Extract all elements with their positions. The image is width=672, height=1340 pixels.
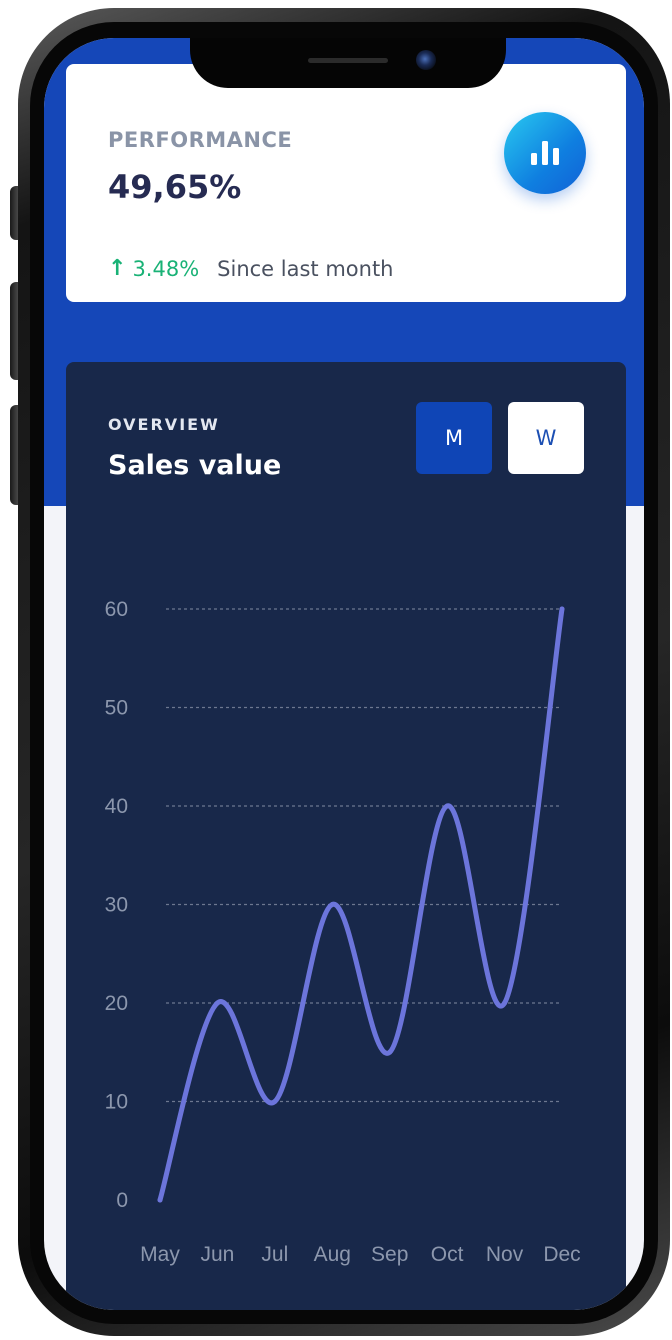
data-point — [387, 1049, 393, 1055]
y-tick-label: 20 — [105, 992, 128, 1015]
y-tick-label: 10 — [105, 1091, 128, 1114]
sales-line-chart: 0 10 20 30 40 50 60 May Jun Jul Aug Sep Oct Nov Dec — [105, 598, 581, 1266]
speaker-grille — [308, 58, 388, 63]
overview-card: OVERVIEW Sales value M W 0 10 20 30 40 50 60 Ma… — [66, 362, 626, 1310]
y-tick-label: 30 — [105, 894, 128, 917]
data-point — [214, 1000, 220, 1006]
x-tick-label: Aug — [314, 1243, 351, 1266]
performance-value: 49,65% — [108, 168, 242, 206]
x-tick-label: Jul — [261, 1243, 288, 1266]
trend-value: 3.48% — [132, 256, 200, 281]
data-point — [329, 902, 335, 907]
data-point — [502, 1000, 508, 1006]
y-tick-label: 40 — [105, 795, 128, 818]
data-point — [272, 1099, 278, 1104]
bar-chart-icon — [504, 112, 586, 194]
x-tick-label: Nov — [486, 1243, 524, 1266]
data-point — [559, 606, 565, 612]
performance-label: PERFORMANCE — [108, 128, 293, 152]
y-tick-label: 60 — [105, 598, 128, 621]
x-tick-label: Dec — [543, 1243, 580, 1266]
performance-trend: ↑ 3.48% Since last month — [108, 256, 393, 281]
y-tick-label: 50 — [105, 697, 128, 720]
phone-screen: PERFORMANCE 49,65% ↑ 3.48% Since last mo… — [44, 38, 644, 1310]
x-tick-label: Sep — [371, 1243, 408, 1266]
y-tick-label: 0 — [116, 1189, 128, 1212]
phone-notch — [190, 38, 506, 88]
arrow-up-icon: ↑ — [108, 256, 127, 281]
front-camera — [416, 50, 436, 70]
trend-since-label: Since last month — [217, 256, 394, 281]
data-point — [444, 803, 450, 809]
performance-card: PERFORMANCE 49,65% ↑ 3.48% Since last mo… — [66, 64, 626, 302]
x-tick-label: May — [140, 1243, 180, 1266]
x-tick-label: Oct — [431, 1243, 464, 1266]
data-point — [157, 1197, 163, 1203]
x-tick-label: Jun — [200, 1243, 234, 1266]
